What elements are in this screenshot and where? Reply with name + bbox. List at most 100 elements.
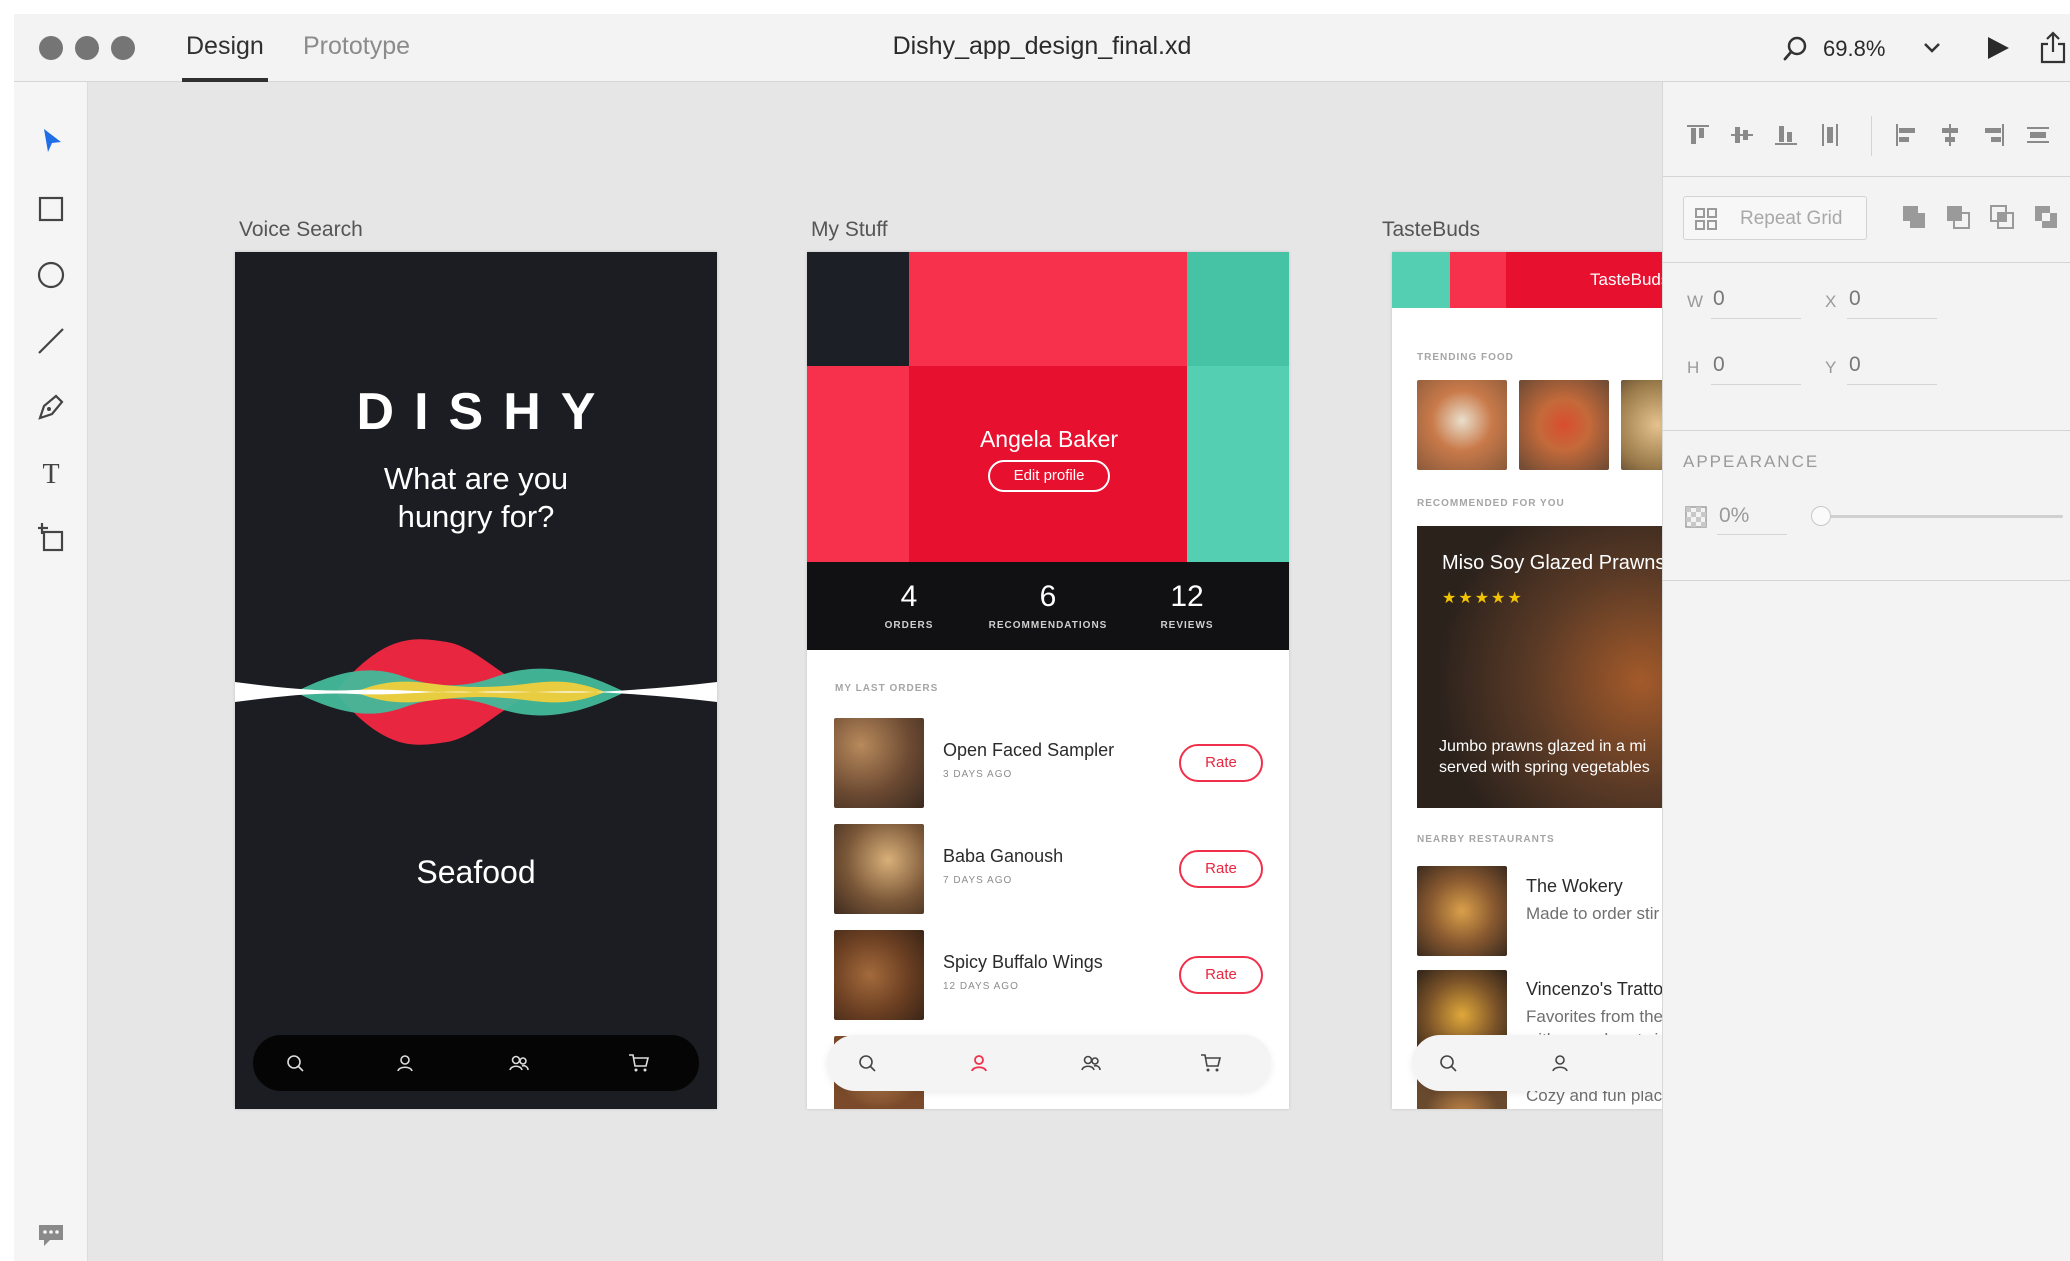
field-underline <box>1711 318 1801 319</box>
artboard-label-voice-search[interactable]: Voice Search <box>239 218 363 242</box>
search-icon[interactable] <box>283 1051 307 1075</box>
recommendations-label: RECOMMENDATIONS <box>988 620 1108 631</box>
line-tool-icon[interactable] <box>34 324 68 358</box>
align-left-icon[interactable] <box>1891 120 1921 150</box>
align-center-icon[interactable] <box>1935 120 1965 150</box>
svg-text:T: T <box>42 459 59 490</box>
cart-icon[interactable] <box>627 1051 651 1075</box>
order-image <box>834 718 924 808</box>
opacity-slider-thumb[interactable] <box>1811 506 1831 526</box>
description-line-1: Jumbo prawns glazed in a mi <box>1439 738 1647 755</box>
profile-icon[interactable] <box>967 1051 991 1075</box>
toolbar-divider <box>1871 116 1872 156</box>
boolean-exclude-icon[interactable] <box>2031 202 2061 232</box>
opacity-slider-track[interactable] <box>1813 515 2063 518</box>
search-icon[interactable] <box>1436 1051 1460 1075</box>
boolean-intersect-icon[interactable] <box>1987 202 2017 232</box>
cart-icon[interactable] <box>1199 1051 1223 1075</box>
restaurant-description: Favorites from the <box>1526 1007 1663 1026</box>
reviews-count: 12 <box>1170 580 1204 613</box>
share-icon[interactable] <box>2038 30 2068 64</box>
width-field[interactable]: 0 <box>1713 287 1725 311</box>
opacity-icon <box>1685 506 1707 528</box>
artboard-my-stuff[interactable]: Angela Baker Edit profile 4 ORDERS 6 REC… <box>807 252 1289 1109</box>
bottom-nav <box>253 1035 699 1091</box>
y-label: Y <box>1825 358 1837 377</box>
panel-divider <box>1663 430 2070 431</box>
artboard-label-tastebuds[interactable]: TasteBuds <box>1382 218 1480 242</box>
text-tool-icon[interactable]: T <box>34 456 68 490</box>
profile-icon[interactable] <box>393 1051 417 1075</box>
align-bottom-icon[interactable] <box>1771 120 1801 150</box>
pen-tool-icon[interactable] <box>34 390 68 424</box>
distribute-horizontal-icon[interactable] <box>2023 120 2053 150</box>
rate-button[interactable]: Rate <box>1179 956 1263 994</box>
friends-icon[interactable] <box>1079 1051 1103 1075</box>
recommended-description: Jumbo prawns glazed in a mi served with … <box>1439 736 1650 778</box>
panel-divider <box>1663 262 2070 263</box>
select-tool-icon[interactable] <box>34 124 68 158</box>
boolean-add-icon[interactable] <box>1899 202 1929 232</box>
align-middle-icon[interactable] <box>1727 120 1757 150</box>
appearance-heading: APPEARANCE <box>1683 452 1820 471</box>
rating-stars: ★★★★★ <box>1442 590 1524 607</box>
zoom-level[interactable]: 69.8% <box>1823 36 1885 62</box>
friends-icon[interactable] <box>507 1051 531 1075</box>
title-bar: Design Prototype Dishy_app_design_final.… <box>14 14 2070 82</box>
chevron-down-icon[interactable] <box>1922 40 1942 56</box>
rate-button[interactable]: Rate <box>1179 850 1263 888</box>
align-right-icon[interactable] <box>1979 120 2009 150</box>
width-label: W <box>1687 292 1704 311</box>
order-image <box>834 930 924 1020</box>
play-icon[interactable] <box>1985 34 2011 62</box>
artboard-tastebuds[interactable]: TasteBuds TRENDING FOOD RECOMMENDED FOR … <box>1392 252 1674 1109</box>
edit-profile-button[interactable]: Edit profile <box>988 460 1110 492</box>
boolean-subtract-icon[interactable] <box>1943 202 1973 232</box>
rectangle-tool-icon[interactable] <box>34 192 68 226</box>
align-top-icon[interactable] <box>1683 120 1713 150</box>
order-name: Open Faced Sampler <box>943 740 1115 760</box>
artboard-label-my-stuff[interactable]: My Stuff <box>811 218 888 242</box>
close-window-button[interactable] <box>39 36 63 60</box>
profile-name: Angela Baker <box>979 426 1119 452</box>
distribute-vertical-icon[interactable] <box>1815 120 1845 150</box>
recommended-heading: RECOMMENDED FOR YOU <box>1417 498 1565 509</box>
active-tab-indicator <box>182 78 268 82</box>
header-block-teal <box>1392 252 1450 308</box>
height-field[interactable]: 0 <box>1713 353 1725 377</box>
zoom-window-button[interactable] <box>111 36 135 60</box>
field-underline <box>1847 384 1937 385</box>
feedback-icon[interactable] <box>34 1218 68 1252</box>
repeat-grid-label: Repeat Grid <box>1740 208 1843 229</box>
x-field[interactable]: 0 <box>1849 287 1861 311</box>
opacity-field[interactable]: 0% <box>1719 504 1749 528</box>
stats-bar: 4 ORDERS 6 RECOMMENDATIONS 12 REVIEWS <box>807 562 1289 650</box>
voice-prompt: What are you hungry for? <box>235 460 717 536</box>
field-underline <box>1711 384 1801 385</box>
ellipse-tool-icon[interactable] <box>34 258 68 292</box>
food-image[interactable] <box>1417 380 1507 470</box>
search-icon[interactable] <box>1782 34 1810 62</box>
bottom-nav <box>827 1035 1271 1091</box>
artboard-tool-icon[interactable] <box>34 520 68 554</box>
field-underline <box>1717 534 1787 535</box>
y-field[interactable]: 0 <box>1849 353 1861 377</box>
food-image[interactable] <box>1519 380 1609 470</box>
tab-design[interactable]: Design <box>186 32 264 61</box>
document-title: Dishy_app_design_final.xd <box>892 32 1192 60</box>
artboard-voice-search[interactable]: DISHY What are you hungry for? Seafood <box>235 252 717 1109</box>
header-block-dark <box>807 252 909 366</box>
recommended-card[interactable]: Miso Soy Glazed Prawns ★★★★★ Jumbo prawn… <box>1417 526 1674 808</box>
recommendations-count: 6 <box>1039 580 1057 613</box>
repeat-grid-button[interactable]: Repeat Grid <box>1683 196 1867 240</box>
minimize-window-button[interactable] <box>75 36 99 60</box>
tastebuds-header-title: TasteBuds <box>1590 270 1670 289</box>
last-orders-heading: MY LAST ORDERS <box>835 683 939 694</box>
height-label: H <box>1687 358 1700 377</box>
profile-icon[interactable] <box>1548 1051 1572 1075</box>
tools-toolbar: T <box>14 82 88 1261</box>
header-block-red <box>909 252 1187 366</box>
rate-button[interactable]: Rate <box>1179 744 1263 782</box>
search-icon[interactable] <box>855 1051 879 1075</box>
tab-prototype[interactable]: Prototype <box>303 32 410 61</box>
